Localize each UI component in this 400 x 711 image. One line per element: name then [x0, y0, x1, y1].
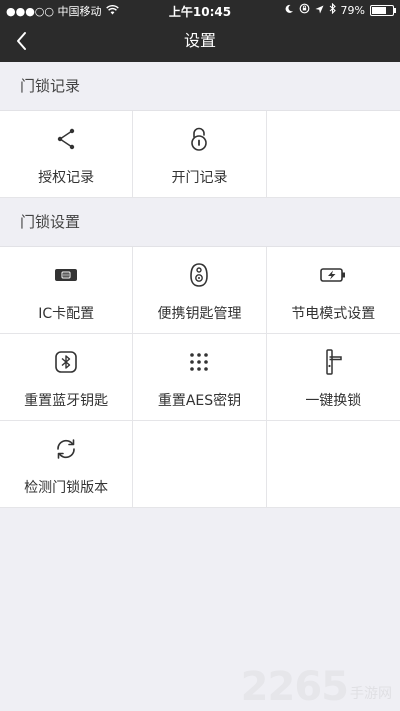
site-watermark: 2265 手游网 — [241, 667, 392, 707]
unlock-records-label: 开门记录 — [171, 170, 228, 186]
power-saving-mode-label: 节电模式设置 — [291, 306, 376, 322]
chevron-left-icon — [17, 32, 26, 50]
watermark-number: 2265 — [240, 664, 349, 710]
navigation-bar: 设置 — [0, 20, 400, 62]
section-header-lock-records: 门锁记录 — [0, 62, 400, 110]
empty-cell — [133, 421, 267, 508]
ic-card-config-button[interactable]: IC卡配置 — [0, 247, 134, 334]
back-button[interactable] — [10, 28, 36, 54]
portable-key-management-button[interactable]: 便携钥匙管理 — [133, 247, 267, 334]
empty-cell — [266, 421, 400, 508]
rotation-lock-icon — [299, 3, 310, 17]
moon-icon — [284, 4, 294, 17]
keypad-icon — [185, 348, 213, 376]
one-click-change-lock-button[interactable]: 一键换锁 — [266, 334, 400, 421]
battery-saver-icon — [319, 261, 347, 289]
bluetooth-status-icon — [329, 2, 336, 17]
authorization-records-label: 授权记录 — [38, 170, 95, 186]
battery-icon — [370, 4, 396, 16]
status-bar: ●●●○○ 中国移动 上午10:45 79% — [0, 0, 400, 20]
lock-settings-grid: IC卡配置 便携钥匙管理 节电模式设置 重置蓝牙钥匙 重置AES密钥 一键换锁 … — [0, 246, 400, 508]
lock-icon — [185, 125, 213, 153]
door-handle-icon — [319, 348, 347, 376]
reset-bluetooth-key-button[interactable]: 重置蓝牙钥匙 — [0, 334, 134, 421]
lock-records-grid: 授权记录 开门记录 — [0, 110, 400, 198]
page-title: 设置 — [183, 31, 216, 50]
ic-card-icon — [52, 261, 80, 289]
location-icon — [315, 4, 324, 17]
empty-cell — [266, 111, 400, 198]
watermark-text: 手游网 — [350, 686, 392, 702]
ic-card-config-label: IC卡配置 — [38, 306, 95, 322]
one-click-change-lock-label: 一键换锁 — [305, 393, 362, 409]
check-lock-version-label: 检测门锁版本 — [24, 480, 109, 496]
reset-bluetooth-key-label: 重置蓝牙钥匙 — [24, 393, 109, 409]
portable-key-management-label: 便携钥匙管理 — [157, 306, 242, 322]
bluetooth-icon — [52, 348, 80, 376]
status-right: 79% — [284, 2, 396, 17]
authorization-records-button[interactable]: 授权记录 — [0, 111, 134, 198]
share-icon — [52, 125, 80, 153]
refresh-icon — [52, 435, 80, 463]
unlock-records-button[interactable]: 开门记录 — [133, 111, 267, 198]
section-header-lock-settings: 门锁设置 — [0, 198, 400, 246]
key-fob-icon — [185, 261, 213, 289]
check-lock-version-button[interactable]: 检测门锁版本 — [0, 421, 134, 508]
power-saving-mode-button[interactable]: 节电模式设置 — [266, 247, 400, 334]
battery-percent: 79% — [340, 3, 365, 17]
reset-aes-key-button[interactable]: 重置AES密钥 — [133, 334, 267, 421]
reset-aes-key-label: 重置AES密钥 — [157, 393, 242, 409]
